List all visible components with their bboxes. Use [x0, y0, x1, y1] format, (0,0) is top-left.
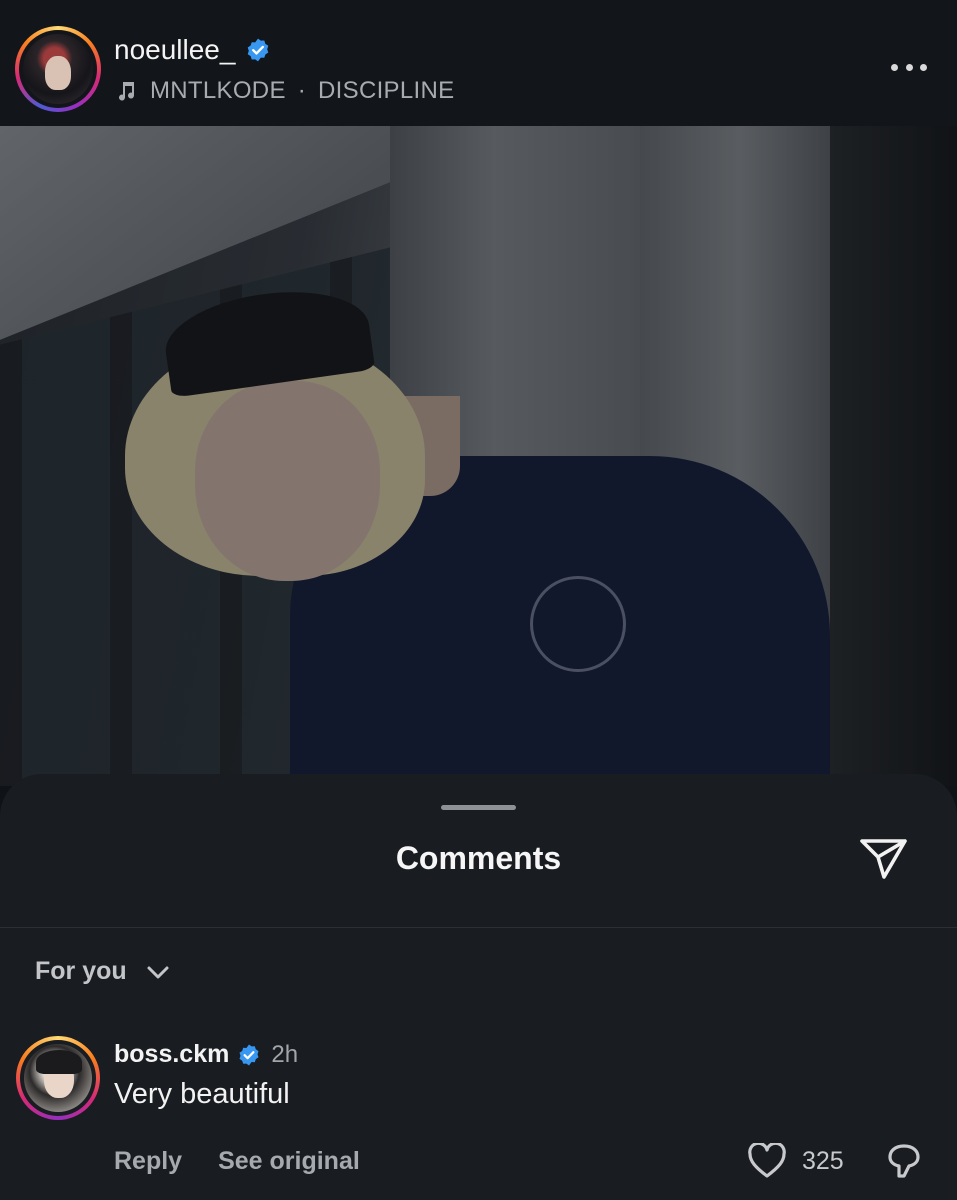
- send-icon[interactable]: [858, 835, 910, 883]
- username-text[interactable]: noeullee_: [114, 34, 235, 66]
- more-options-icon[interactable]: [891, 52, 927, 82]
- post-photo[interactable]: [0, 126, 957, 786]
- comment-time: 2h: [271, 1040, 299, 1068]
- music-attribution[interactable]: MNTLKODE · DISCIPLINE: [114, 77, 454, 105]
- music-track: DISCIPLINE: [318, 77, 455, 104]
- avatar: [23, 34, 93, 104]
- music-note-icon: [119, 82, 135, 101]
- avatar: [24, 1044, 92, 1112]
- chevron-down-icon: [147, 966, 169, 978]
- divider: [0, 927, 957, 928]
- verified-badge-icon: [239, 1044, 259, 1065]
- like-count: 325: [802, 1147, 844, 1175]
- comments-sheet: Comments For you boss.ckm 2h Very beauti…: [0, 774, 957, 1200]
- story-avatar[interactable]: [15, 26, 101, 112]
- comment-avatar[interactable]: [16, 1036, 100, 1120]
- post-username[interactable]: noeullee_: [114, 34, 271, 66]
- post-header: noeullee_ MNTLKODE · DISCIPLINE: [0, 0, 957, 126]
- music-artist: MNTLKODE: [150, 77, 286, 104]
- sort-label: For you: [35, 957, 127, 985]
- sheet-title: Comments: [395, 840, 562, 876]
- music-separator: ·: [297, 77, 307, 104]
- verified-badge-icon: [248, 38, 269, 62]
- see-original-button[interactable]: See original: [218, 1147, 360, 1176]
- sort-dropdown[interactable]: For you: [35, 957, 171, 986]
- comment-text: Very beautiful: [114, 1078, 290, 1110]
- sheet-grabber[interactable]: [441, 805, 516, 810]
- comment-actions: Reply See original: [114, 1147, 360, 1176]
- heart-icon[interactable]: [747, 1143, 787, 1179]
- dislike-icon[interactable]: [885, 1142, 923, 1182]
- comment-username[interactable]: boss.ckm: [114, 1040, 229, 1069]
- comment-header: boss.ckm 2h: [114, 1040, 298, 1069]
- reply-button[interactable]: Reply: [114, 1147, 182, 1176]
